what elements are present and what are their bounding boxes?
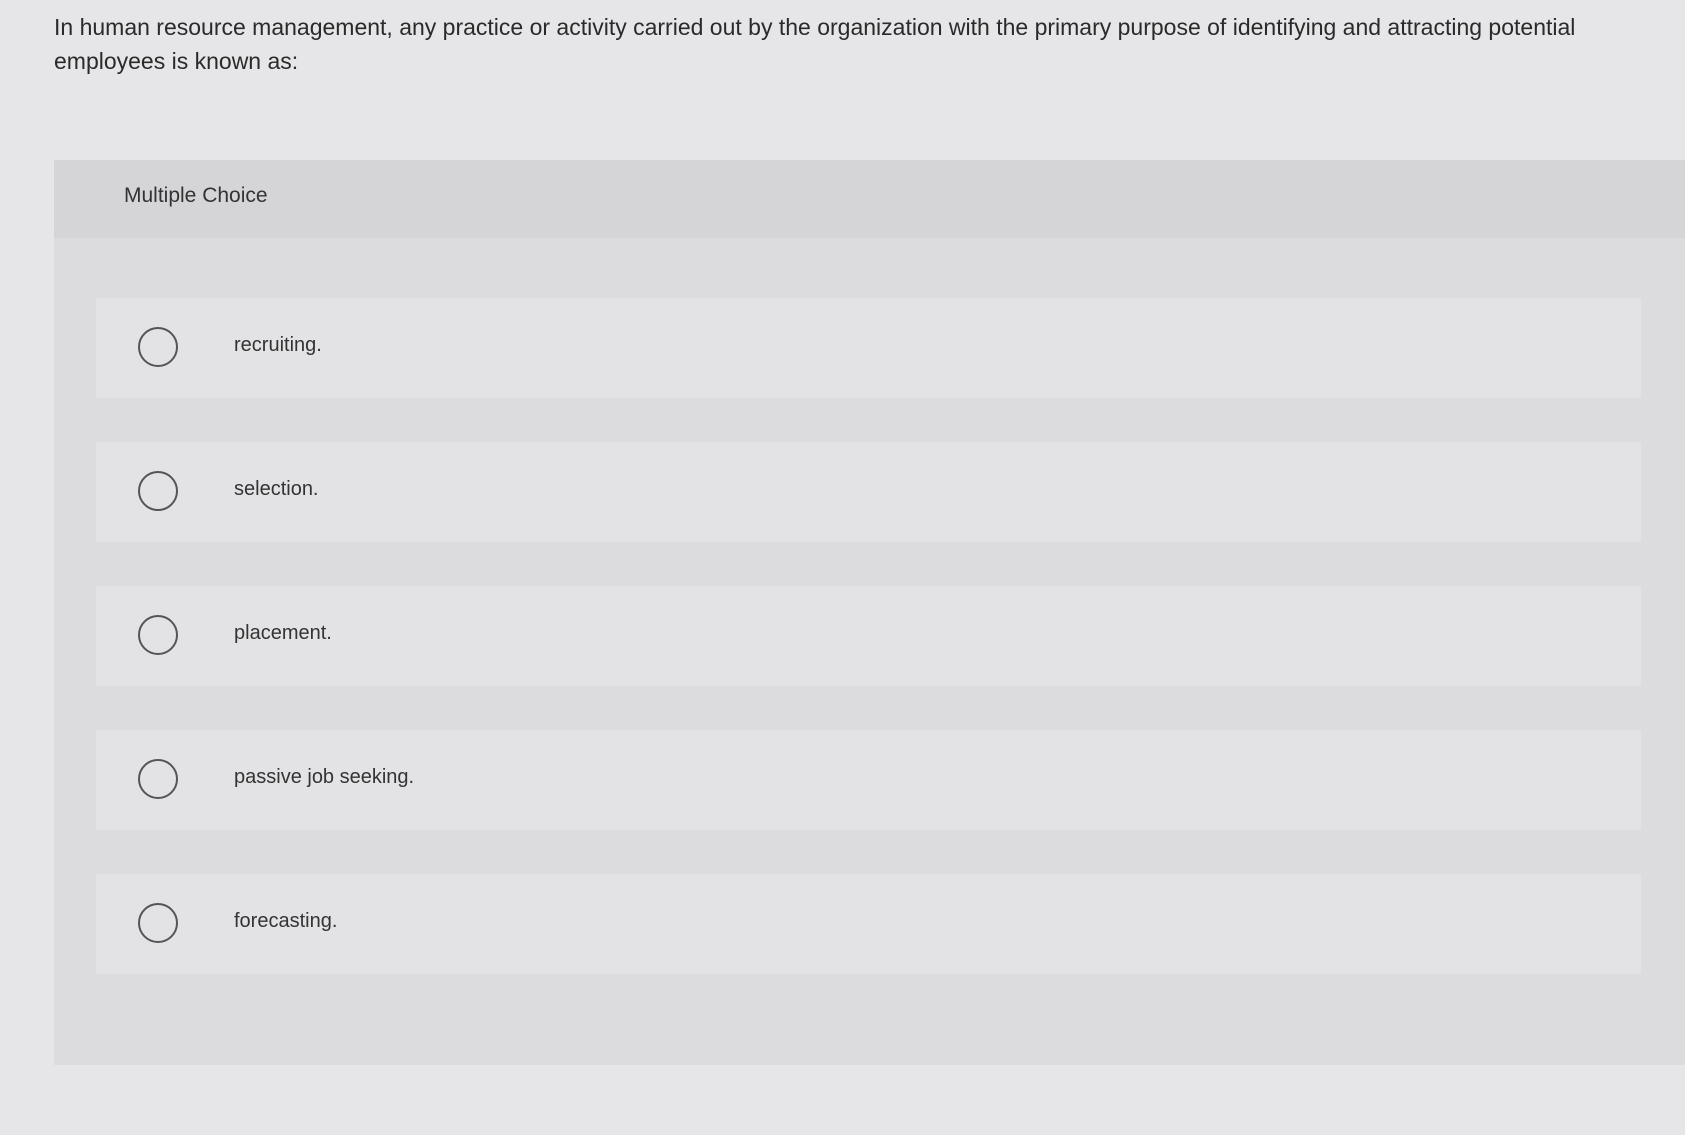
answer-option-placement[interactable]: placement.: [96, 586, 1641, 686]
answer-option-label: selection.: [234, 478, 319, 500]
answer-option-passive-job-seeking[interactable]: passive job seeking.: [96, 730, 1641, 830]
question-text: In human resource management, any practi…: [54, 14, 1576, 74]
radio-button-circle-icon[interactable]: [138, 471, 178, 511]
multiple-choice-panel: Multiple Choice recruiting. selection. p…: [54, 160, 1685, 1065]
answer-option-label: forecasting.: [234, 910, 338, 932]
multiple-choice-header: Multiple Choice: [54, 160, 1685, 238]
answer-option-label: passive job seeking.: [234, 766, 415, 788]
answer-option-forecasting[interactable]: forecasting.: [96, 874, 1641, 974]
radio-button-circle-icon[interactable]: [138, 759, 178, 799]
answer-option-label: placement.: [234, 622, 332, 644]
radio-button-circle-icon[interactable]: [138, 327, 178, 367]
answer-option-label: recruiting.: [234, 334, 322, 356]
answer-option-recruiting[interactable]: recruiting.: [96, 298, 1641, 398]
answer-option-selection[interactable]: selection.: [96, 442, 1641, 542]
multiple-choice-title: Multiple Choice: [124, 184, 268, 207]
radio-button-circle-icon[interactable]: [138, 903, 178, 943]
radio-button-circle-icon[interactable]: [138, 615, 178, 655]
